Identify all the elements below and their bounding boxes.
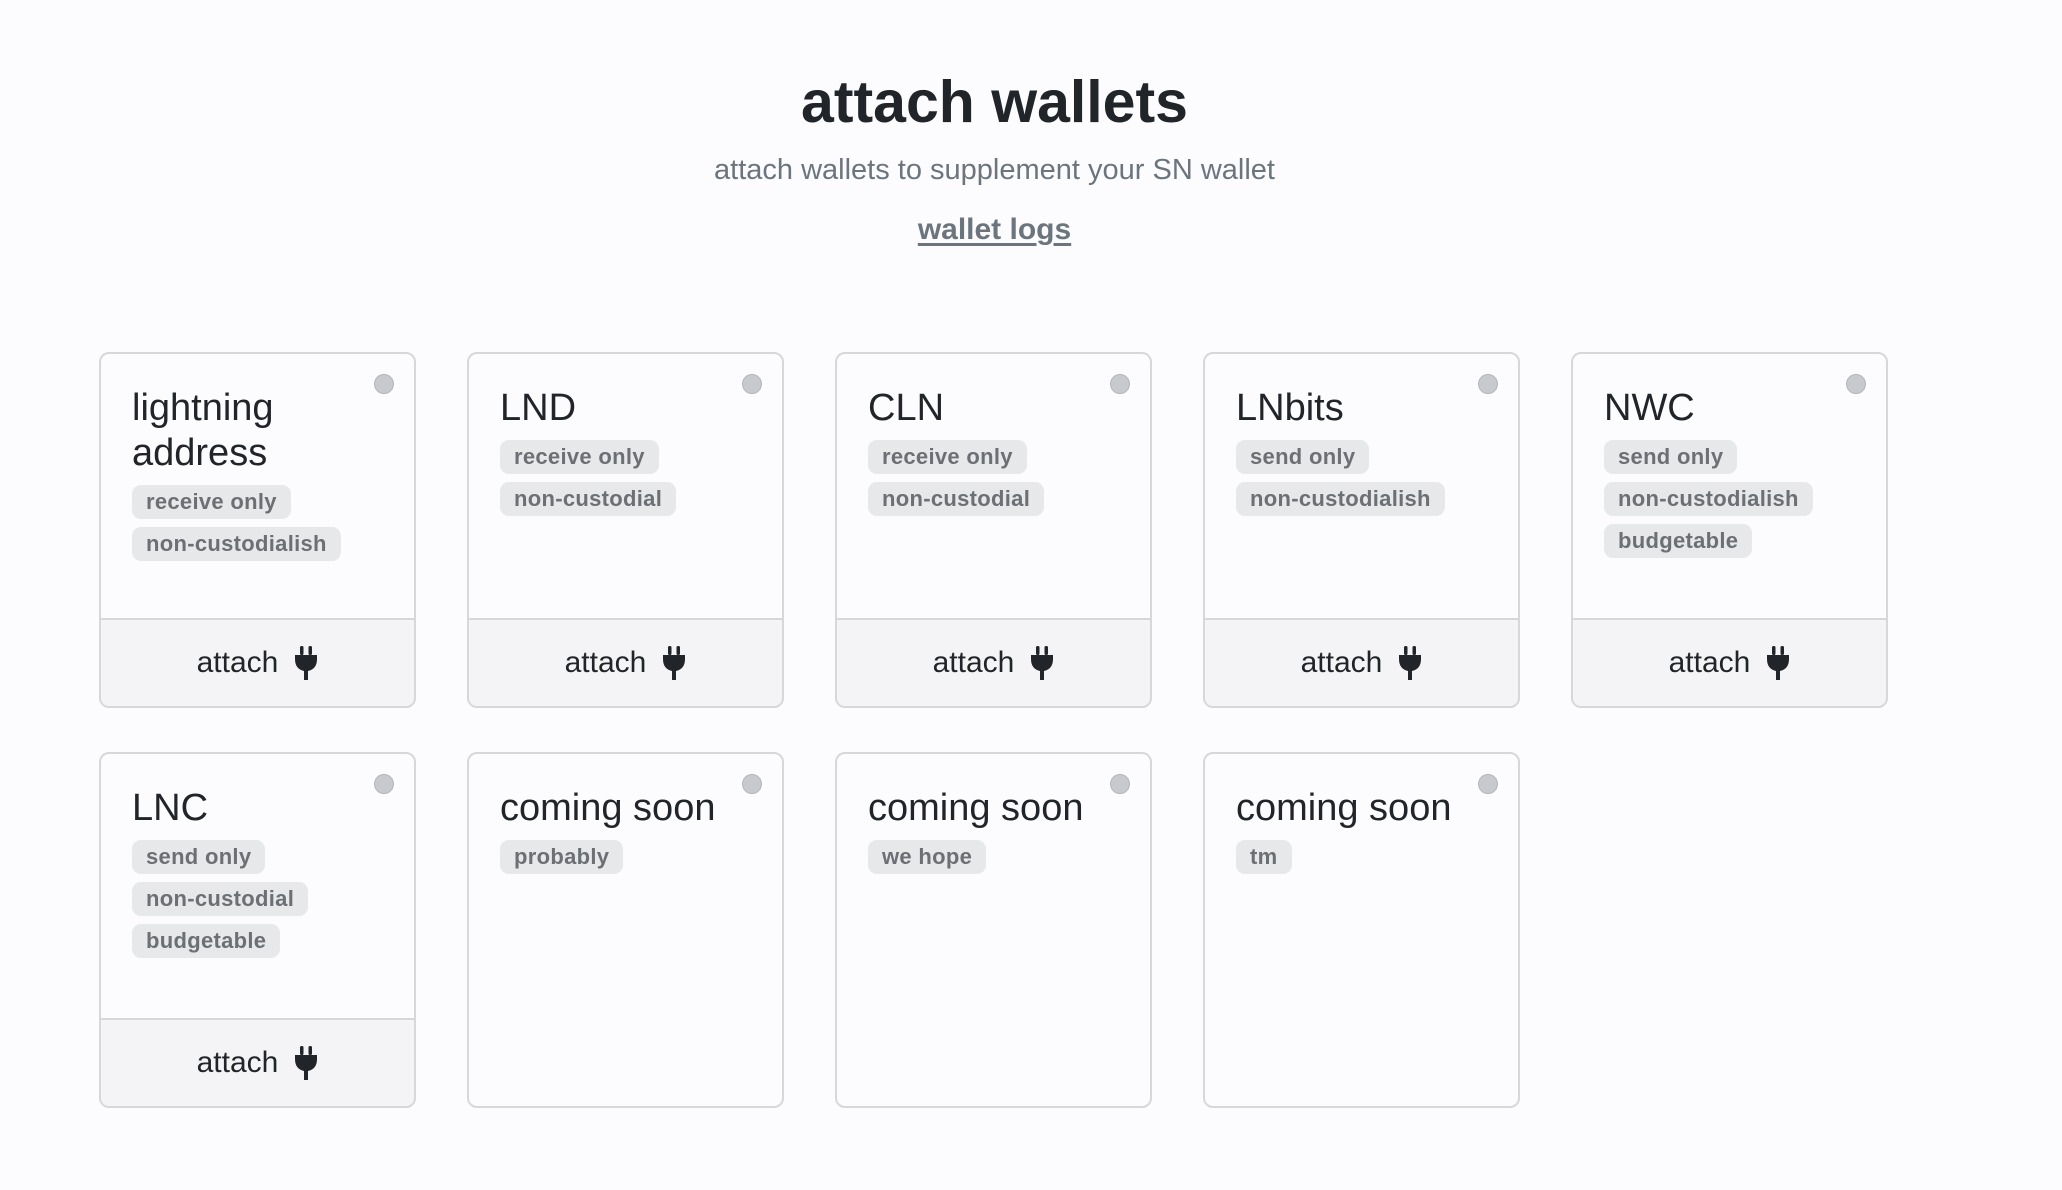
- status-dot-icon: [1846, 374, 1866, 394]
- plug-icon: [663, 646, 686, 680]
- page-title: attach wallets: [801, 69, 1188, 135]
- wallet-badge: receive only: [500, 440, 659, 474]
- page-subtitle: attach wallets to supplement your SN wal…: [714, 154, 1275, 186]
- wallet-card-coming-soon: coming soon we hope: [835, 752, 1152, 1108]
- wallet-card-cln[interactable]: CLN receive only non-custodial attach: [835, 352, 1152, 708]
- status-dot-icon: [742, 774, 762, 794]
- attach-label: attach: [1668, 646, 1751, 679]
- attach-label: attach: [196, 646, 279, 679]
- wallet-card-lnbits[interactable]: LNbits send only non-custodialish attach: [1203, 352, 1520, 708]
- wallet-title: coming soon: [868, 787, 1084, 829]
- plug-icon: [1031, 646, 1054, 680]
- plug-icon: [295, 646, 318, 680]
- wallet-badge: tm: [1236, 840, 1292, 874]
- wallet-title: CLN: [868, 387, 945, 429]
- status-dot-icon: [374, 774, 394, 794]
- wallet-card-coming-soon: coming soon probably: [467, 752, 784, 1108]
- status-dot-icon: [374, 374, 394, 394]
- wallet-badge: send only: [132, 840, 266, 874]
- attach-label: attach: [196, 1046, 279, 1079]
- attach-button[interactable]: attach: [101, 1018, 414, 1106]
- wallet-badge: non-custodialish: [1604, 482, 1813, 516]
- wallet-card-lnc[interactable]: LNC send only non-custodial budgetable a…: [99, 752, 416, 1108]
- wallet-badge: non-custodial: [500, 482, 677, 516]
- plug-icon: [295, 1046, 318, 1080]
- status-dot-icon: [1478, 774, 1498, 794]
- wallet-badge: send only: [1236, 440, 1370, 474]
- plug-icon: [1399, 646, 1422, 680]
- attach-button[interactable]: attach: [469, 618, 782, 706]
- wallet-card-lnd[interactable]: LND receive only non-custodial attach: [467, 352, 784, 708]
- status-dot-icon: [742, 374, 762, 394]
- wallet-title: lightning address: [132, 387, 274, 474]
- wallet-badge: non-custodialish: [132, 527, 341, 561]
- wallet-badge: non-custodialish: [1236, 482, 1445, 516]
- wallet-badge: receive only: [132, 485, 291, 519]
- attach-button[interactable]: attach: [837, 618, 1150, 706]
- wallet-title: LND: [500, 387, 577, 429]
- wallet-badge: budgetable: [132, 924, 281, 958]
- wallet-title: coming soon: [1236, 787, 1452, 829]
- wallet-badge: budgetable: [1604, 524, 1753, 558]
- wallet-title: NWC: [1604, 387, 1695, 429]
- wallet-title: coming soon: [500, 787, 716, 829]
- attach-button[interactable]: attach: [1573, 618, 1886, 706]
- attach-label: attach: [1300, 646, 1383, 679]
- wallet-logs-link[interactable]: wallet logs: [0, 210, 1989, 250]
- wallet-badge: send only: [1604, 440, 1738, 474]
- attach-label: attach: [932, 646, 1015, 679]
- plug-icon: [1767, 646, 1790, 680]
- wallet-badge: receive only: [868, 440, 1027, 474]
- status-dot-icon: [1478, 374, 1498, 394]
- wallet-title: LNC: [132, 787, 209, 829]
- status-dot-icon: [1110, 774, 1130, 794]
- attach-button[interactable]: attach: [101, 618, 414, 706]
- wallet-badge: non-custodial: [868, 482, 1045, 516]
- wallet-card-lightning-address[interactable]: lightning address receive only non-custo…: [99, 352, 416, 708]
- wallet-badge: we hope: [868, 840, 987, 874]
- attach-label: attach: [564, 646, 647, 679]
- wallet-title: LNbits: [1236, 387, 1344, 429]
- status-dot-icon: [1110, 374, 1130, 394]
- wallet-badge: probably: [500, 840, 624, 874]
- wallet-card-coming-soon: coming soon tm: [1203, 752, 1520, 1108]
- wallet-badge: non-custodial: [132, 882, 309, 916]
- wallet-card-nwc[interactable]: NWC send only non-custodialish budgetabl…: [1571, 352, 1888, 708]
- attach-button[interactable]: attach: [1205, 618, 1518, 706]
